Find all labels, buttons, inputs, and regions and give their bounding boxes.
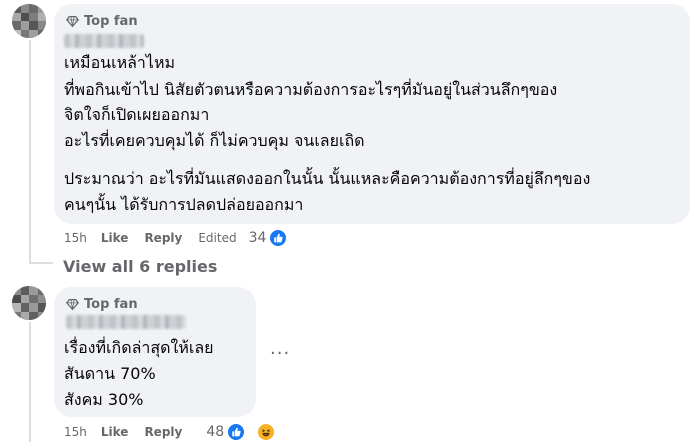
comment-bubble: Top fan เหมือนเหล้าไหม ที่พอกินเข้าไป นิ… <box>54 4 690 224</box>
comment-line: เรื่องที่เกิดล่าสุดให้เลย <box>64 338 214 357</box>
like-icon <box>227 423 246 441</box>
comment-actions: 15h Like Reply 48 <box>64 422 291 442</box>
thread-line-vertical-2 <box>29 322 31 442</box>
comment-line: คนๆนั้น ได้รับการปลดปล่อยออกมา <box>64 195 304 214</box>
like-button[interactable]: Like <box>101 231 129 245</box>
comment-line: เหมือนเหล้าไหม <box>64 53 176 72</box>
haha-icon <box>257 423 276 441</box>
like-icon <box>269 229 288 247</box>
comment-line: ประมาณว่า อะไรที่มันแสดงออกในนั้น นั้นแห… <box>64 169 591 188</box>
comment-line: อะไรที่เคยควบคุมได้ ก็ไม่ควบคุม จนเลยเถิ… <box>64 131 365 150</box>
comment-text: เรื่องที่เกิดล่าสุดให้เลย สันดาน 70% สัง… <box>64 337 254 417</box>
thread-line-vertical <box>29 40 31 262</box>
diamond-icon <box>66 298 79 311</box>
avatar[interactable] <box>12 4 46 38</box>
like-button[interactable]: Like <box>101 425 129 439</box>
timestamp[interactable]: 15h <box>64 425 87 439</box>
view-replies-link[interactable]: View all 6 replies <box>63 257 217 276</box>
avatar[interactable] <box>12 286 46 320</box>
reaction-number: 34 <box>248 230 267 246</box>
comment-bubble: Top fan เรื่องที่เกิดล่าสุดให้เลย สันดาน… <box>54 287 256 417</box>
comment-line: จิตใจก็เปิดเผยออกมา <box>64 105 210 124</box>
reply-button[interactable]: Reply <box>144 231 182 245</box>
comment-line: สังคม 30% <box>64 390 144 409</box>
top-fan-badge: Top fan <box>66 297 138 312</box>
diamond-icon <box>66 15 79 28</box>
reaction-count[interactable]: 34 <box>249 229 304 247</box>
author-name-redacted[interactable] <box>64 34 144 48</box>
comment-actions: 15h Like Reply Edited 34 <box>64 228 303 248</box>
badge-label: Top fan <box>84 14 138 29</box>
comment-text: เหมือนเหล้าไหม ที่พอกินเข้าไป นิสัยตัวตน… <box>64 52 684 222</box>
badge-label: Top fan <box>84 297 138 312</box>
timestamp[interactable]: 15h <box>64 231 87 245</box>
comment-line: สันดาน 70% <box>64 364 156 383</box>
top-fan-badge: Top fan <box>66 14 138 29</box>
more-options-button[interactable]: ... <box>270 338 290 359</box>
thread-line-horizontal <box>29 262 53 264</box>
reply-button[interactable]: Reply <box>144 425 182 439</box>
edited-label[interactable]: Edited <box>198 231 236 245</box>
reaction-number: 48 <box>206 424 225 440</box>
author-name-redacted[interactable] <box>66 315 186 329</box>
comment-line: ที่พอกินเข้าไป นิสัยตัวตนหรือความต้องการ… <box>64 80 558 99</box>
reaction-count[interactable]: 48 <box>206 423 291 441</box>
